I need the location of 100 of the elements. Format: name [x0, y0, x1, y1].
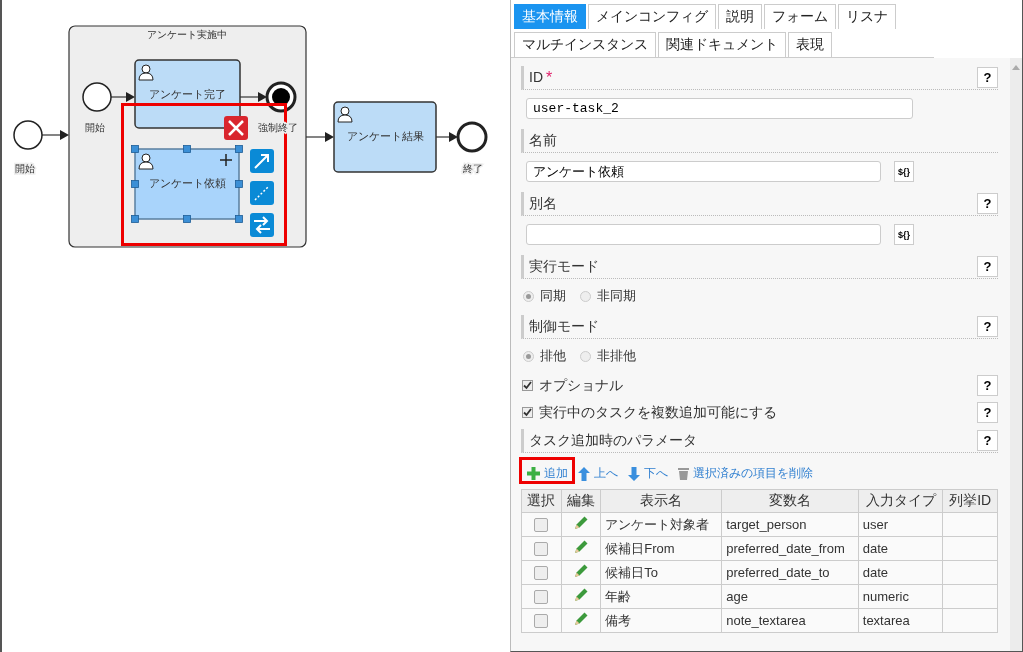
checkbox-label: 実行中のタスクを複数追加可能にする: [539, 403, 778, 422]
sequence-arrow: [110, 92, 135, 102]
table-cell: numeric: [858, 584, 943, 609]
column-header: 選択: [521, 489, 562, 513]
scroll-up-icon[interactable]: [1012, 65, 1020, 70]
resize-handle[interactable]: [235, 145, 243, 153]
tab[interactable]: 表現: [788, 32, 832, 57]
table-cell: age: [721, 584, 859, 609]
column-header: 入力タイプ: [858, 489, 943, 513]
resize-handle[interactable]: [183, 215, 191, 223]
text-field[interactable]: アンケート依頼: [526, 161, 881, 182]
toolbar-button[interactable]: 上へ: [578, 463, 618, 484]
row-checkbox[interactable]: [534, 614, 549, 629]
event-label: 開始: [85, 122, 105, 133]
table-cell: 年齢: [600, 584, 722, 609]
help-button[interactable]: ?: [977, 193, 998, 214]
event-label: 開始: [15, 163, 35, 174]
checkbox[interactable]: [522, 407, 533, 418]
event-label: 終了: [463, 163, 483, 174]
help-button[interactable]: ?: [977, 375, 998, 396]
terminate-mark: [272, 88, 290, 106]
text-field[interactable]: user-task_2: [526, 98, 913, 119]
table-cell: preferred_date_from: [721, 536, 859, 561]
tab[interactable]: マルチインスタンス: [514, 32, 656, 57]
sequence-arrow: [305, 132, 334, 142]
table-cell: textarea: [858, 608, 943, 633]
arrow-button[interactable]: [250, 149, 274, 173]
row-checkbox[interactable]: [534, 518, 549, 533]
resize-handle[interactable]: [235, 215, 243, 223]
table-cell: note_textarea: [721, 608, 859, 633]
table-cell: user: [858, 512, 943, 537]
radio-button[interactable]: [523, 350, 534, 362]
help-button[interactable]: ?: [977, 316, 998, 337]
task-node[interactable]: [333, 101, 437, 173]
end-event: [456, 121, 488, 153]
checkbox[interactable]: [522, 380, 533, 391]
required-mark: *: [546, 68, 553, 86]
plus-icon[interactable]: [219, 153, 233, 167]
task-node[interactable]: [134, 148, 240, 220]
start-event: [82, 82, 112, 112]
table-cell: target_person: [721, 512, 859, 537]
expression-button[interactable]: ${}: [894, 161, 914, 182]
swap-button[interactable]: [250, 213, 274, 237]
toolbar-button[interactable]: 下へ: [628, 463, 668, 484]
arrow-down-icon: [628, 466, 640, 481]
tab[interactable]: フォーム: [764, 4, 836, 29]
radio-button[interactable]: [580, 290, 591, 302]
task-label: アンケート依頼: [148, 177, 226, 189]
section-label: ID *: [529, 68, 554, 87]
sequence-arrow: [41, 130, 69, 140]
delete-button[interactable]: [224, 116, 248, 140]
dashed-line-button[interactable]: [250, 181, 274, 205]
toolbar-button[interactable]: 追加: [527, 463, 568, 484]
help-button[interactable]: ?: [977, 402, 998, 423]
user-icon: [138, 153, 154, 170]
task-node[interactable]: [134, 59, 241, 129]
subprocess-label: アンケート実施中: [147, 29, 227, 40]
pencil-icon[interactable]: [572, 587, 589, 603]
radio-button[interactable]: [523, 290, 534, 302]
plus-icon: [527, 467, 540, 480]
section-label: 別名: [529, 194, 558, 213]
help-button[interactable]: ?: [977, 67, 998, 88]
section-label: 制御モード: [529, 317, 600, 336]
tab[interactable]: リスナ: [838, 4, 896, 29]
pencil-icon[interactable]: [572, 563, 589, 579]
column-header: 変数名: [721, 489, 859, 513]
user-icon: [138, 64, 154, 81]
task-label: アンケート結果: [346, 130, 424, 142]
resize-handle[interactable]: [131, 215, 139, 223]
start-event: [13, 120, 43, 150]
table-cell: アンケート対象者: [600, 512, 722, 537]
trash-icon: [678, 467, 689, 480]
resize-handle[interactable]: [131, 180, 139, 188]
help-button[interactable]: ?: [977, 430, 998, 451]
tab[interactable]: 説明: [718, 4, 762, 29]
task-label: アンケート完了: [149, 88, 226, 100]
checkbox-label: オプショナル: [539, 376, 624, 395]
radio-label: 排他: [540, 347, 566, 365]
radio-button[interactable]: [580, 350, 591, 362]
radio-label: 非同期: [597, 287, 636, 305]
column-header: 列挙ID: [942, 489, 998, 513]
help-button[interactable]: ?: [977, 256, 998, 277]
tab[interactable]: 関連ドキュメント: [658, 32, 786, 57]
row-checkbox[interactable]: [534, 542, 549, 557]
section-label: 実行モード: [529, 257, 600, 276]
resize-handle[interactable]: [183, 145, 191, 153]
expression-button[interactable]: ${}: [894, 224, 914, 245]
text-field[interactable]: [526, 224, 881, 245]
toolbar-button[interactable]: 選択済みの項目を削除: [678, 463, 813, 484]
resize-handle[interactable]: [235, 180, 243, 188]
resize-handle[interactable]: [131, 145, 139, 153]
arrow-up-icon: [578, 466, 590, 481]
row-checkbox[interactable]: [534, 566, 549, 581]
table-cell: 備考: [600, 608, 722, 633]
pencil-icon[interactable]: [572, 611, 589, 627]
user-icon: [337, 106, 353, 123]
tab[interactable]: メインコンフィグ: [588, 4, 716, 29]
row-checkbox[interactable]: [534, 590, 549, 605]
pencil-icon[interactable]: [572, 515, 589, 531]
pencil-icon[interactable]: [572, 539, 589, 555]
